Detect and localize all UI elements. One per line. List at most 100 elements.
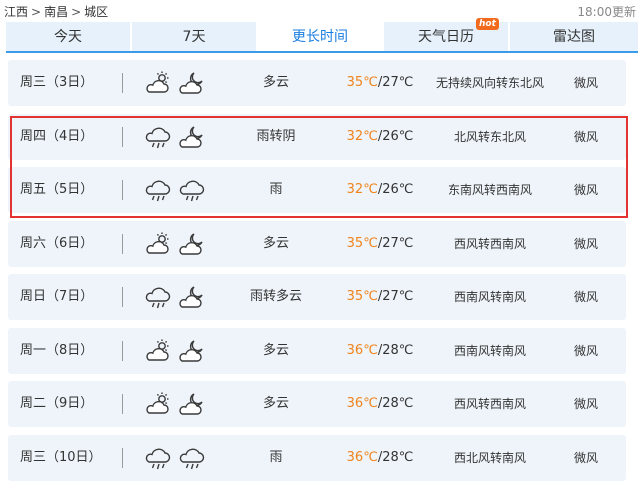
wind-level: 微风: [573, 236, 598, 251]
day-label: 周三（3日）: [20, 75, 94, 90]
low-temp: /27℃: [377, 75, 414, 90]
temperature: 35℃/27℃: [330, 274, 430, 320]
high-temp: 35℃: [346, 289, 378, 304]
cloudy-night-icon: [178, 337, 206, 365]
divider: [122, 73, 123, 93]
day-label: 周一（8日）: [20, 342, 94, 358]
cloudy-night-icon: [178, 69, 206, 97]
day-label: 周五（5日）: [20, 182, 94, 197]
wind-direction: 西南风转南风: [453, 290, 526, 304]
low-temp: /27℃: [377, 235, 414, 251]
weather-desc: 雨: [269, 449, 283, 465]
tab-label: 今天: [54, 29, 82, 45]
tab-7days[interactable]: 7天: [132, 22, 258, 52]
low-temp: /26℃: [377, 128, 414, 144]
rain-icon: [178, 176, 206, 204]
tab-label: 天气日历: [418, 29, 474, 45]
temperature: 32℃/26℃: [330, 167, 430, 213]
wind-level: 微风: [573, 129, 598, 144]
tab-bar: 今天 7天 更长时间 天气日历 hot 雷达图: [6, 18, 638, 52]
forecast-row: 周五（5日） 雨 32℃/26℃ 东南风转西南风 微风: [8, 167, 626, 213]
forecast-row: 周二（9日） 多云 36℃/28℃ 西风转西南风 微风: [8, 381, 626, 427]
rain-icon: [144, 123, 172, 151]
breadcrumb-city[interactable]: 南昌: [44, 5, 68, 19]
rain-icon: [144, 176, 172, 204]
high-temp: 36℃: [346, 449, 378, 465]
high-temp: 32℃: [346, 182, 378, 197]
divider: [122, 126, 123, 147]
forecast-row: 周三（10日） 雨 36℃/28℃ 西北风转南风 微风: [8, 434, 626, 481]
tab-weather-calendar[interactable]: 天气日历 hot: [384, 18, 510, 52]
weather-desc: 雨转阴: [256, 128, 296, 144]
low-temp: /26℃: [377, 182, 414, 197]
wind-level: 微风: [573, 76, 598, 90]
tab-label: 7天: [182, 29, 206, 45]
low-temp: /28℃: [377, 396, 414, 411]
wind-level: 微风: [573, 450, 598, 465]
weather-icons: [144, 167, 206, 213]
day-label: 周二（9日）: [20, 396, 94, 411]
weather-desc: 多云: [262, 235, 289, 251]
cloudy-night-icon: [178, 230, 206, 258]
tab-longer-term[interactable]: 更长时间: [258, 22, 384, 52]
hot-badge: hot: [476, 18, 499, 30]
weather-icons: [144, 328, 206, 374]
partly-cloudy-icon: [144, 230, 172, 258]
weather-desc: 多云: [262, 396, 289, 411]
wind-direction: 西风转西南风: [453, 236, 526, 251]
weather-desc: 多云: [262, 75, 289, 90]
partly-cloudy-icon: [144, 390, 172, 418]
breadcrumb-separator: >: [31, 5, 42, 19]
forecast-row: 周六（6日） 多云 35℃/27℃ 西风转西南风 微风: [8, 220, 626, 267]
day-label: 周六（6日）: [20, 235, 94, 251]
low-temp: /28℃: [377, 449, 414, 465]
wind-direction: 西北风转南风: [453, 450, 526, 465]
tab-radar[interactable]: 雷达图: [510, 22, 638, 52]
day-label: 周三（10日）: [20, 449, 102, 465]
forecast-row: 周三（3日） 多云 35℃/27℃ 无持续风向转东北风 微风: [8, 60, 626, 106]
wind-direction: 东南风转西南风: [447, 183, 532, 197]
tab-label: 更长时间: [292, 29, 348, 45]
weather-icons: [144, 274, 206, 320]
update-time: 18:00更新: [577, 5, 636, 19]
wind-direction: 北风转东北风: [453, 129, 526, 144]
tab-label: 雷达图: [553, 29, 595, 45]
cloudy-night-icon: [178, 123, 206, 151]
day-label: 周四（4日）: [20, 128, 94, 144]
weather-icons: [144, 221, 206, 267]
partly-cloudy-icon: [144, 69, 172, 97]
divider: [122, 447, 123, 468]
weather-icons: [144, 381, 206, 427]
temperature: 35℃/27℃: [330, 60, 430, 106]
tab-today[interactable]: 今天: [6, 22, 132, 52]
high-temp: 35℃: [346, 235, 378, 251]
cloudy-night-icon: [178, 390, 206, 418]
temperature: 36℃/28℃: [330, 381, 430, 427]
top-bar: 江西 > 南昌 > 城区 18:00更新: [0, 0, 640, 22]
low-temp: /27℃: [377, 289, 414, 304]
cloudy-night-icon: [178, 283, 206, 311]
divider: [122, 287, 123, 307]
low-temp: /28℃: [377, 342, 414, 358]
breadcrumb-district[interactable]: 城区: [84, 5, 108, 19]
high-temp: 32℃: [346, 128, 378, 144]
breadcrumb-separator: >: [71, 5, 82, 19]
wind-direction: 无持续风向转东北风: [435, 76, 544, 90]
weather-icons: [144, 60, 206, 106]
divider: [122, 180, 123, 200]
temperature: 36℃/28℃: [330, 435, 430, 481]
rain-icon: [178, 444, 206, 472]
weather-icons: [144, 435, 206, 481]
weather-icons: [144, 114, 206, 160]
divider: [122, 233, 123, 254]
divider: [122, 340, 123, 361]
wind-level: 微风: [573, 290, 598, 304]
wind-level: 微风: [573, 343, 598, 358]
high-temp: 35℃: [346, 75, 378, 90]
forecast-row: 周日（7日） 雨转多云 35℃/27℃ 西南风转南风 微风: [8, 274, 626, 320]
high-temp: 36℃: [346, 396, 378, 411]
rain-icon: [144, 283, 172, 311]
weather-desc: 多云: [262, 342, 289, 358]
divider: [122, 394, 123, 414]
breadcrumb-province[interactable]: 江西: [4, 5, 28, 19]
